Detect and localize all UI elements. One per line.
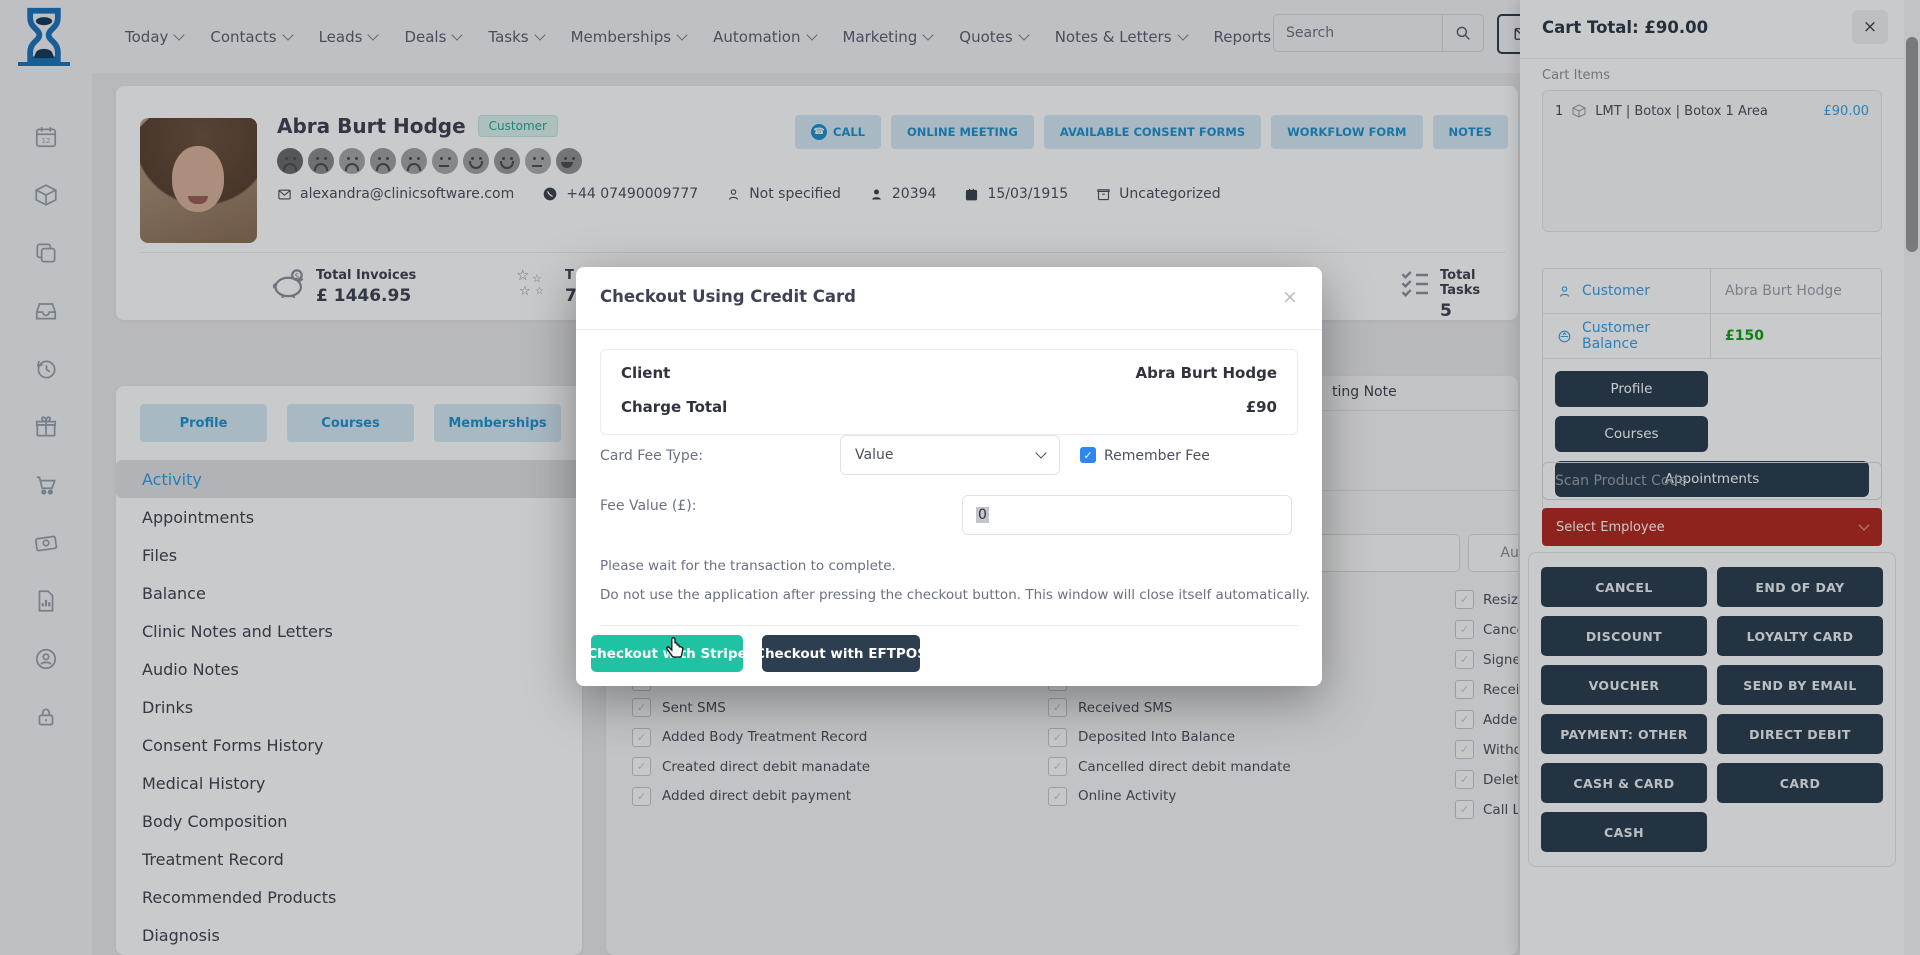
remember-fee-checkbox[interactable]: ✓ xyxy=(1080,447,1096,463)
modal-header-divider xyxy=(576,329,1322,330)
charge-total-label: Charge Total xyxy=(621,398,727,416)
card-fee-type-label: Card Fee Type: xyxy=(600,448,703,464)
client-label: Client xyxy=(621,364,670,382)
remember-fee-label: Remember Fee xyxy=(1104,448,1210,464)
modal-title: Checkout Using Credit Card xyxy=(600,287,856,306)
checkout-modal: Checkout Using Credit Card × Client Abra… xyxy=(576,267,1322,686)
charge-total-value: £90 xyxy=(1246,398,1277,416)
checkout-warning-note: Do not use the application after pressin… xyxy=(600,587,1310,603)
fee-value-input[interactable]: 0 xyxy=(962,495,1292,535)
checkout-summary-panel: Client Abra Burt Hodge Charge Total £90 xyxy=(600,349,1298,435)
fee-value-text: 0 xyxy=(976,507,989,523)
fee-value-label: Fee Value (£): xyxy=(600,498,696,514)
transaction-note: Please wait for the transaction to compl… xyxy=(600,558,896,574)
modal-footer-divider xyxy=(600,625,1298,626)
app-root: Today Contacts Leads Deals xyxy=(0,0,1920,955)
client-value: Abra Burt Hodge xyxy=(1136,364,1278,382)
checkout-stripe-button[interactable]: Checkout with Stripe xyxy=(591,635,743,672)
modal-close-button[interactable]: × xyxy=(1276,283,1304,311)
card-fee-type-select[interactable]: Value xyxy=(840,435,1060,475)
checkout-eftpos-button[interactable]: Checkout with EFTPOS xyxy=(762,635,920,672)
chevron-down-icon xyxy=(1035,447,1046,458)
